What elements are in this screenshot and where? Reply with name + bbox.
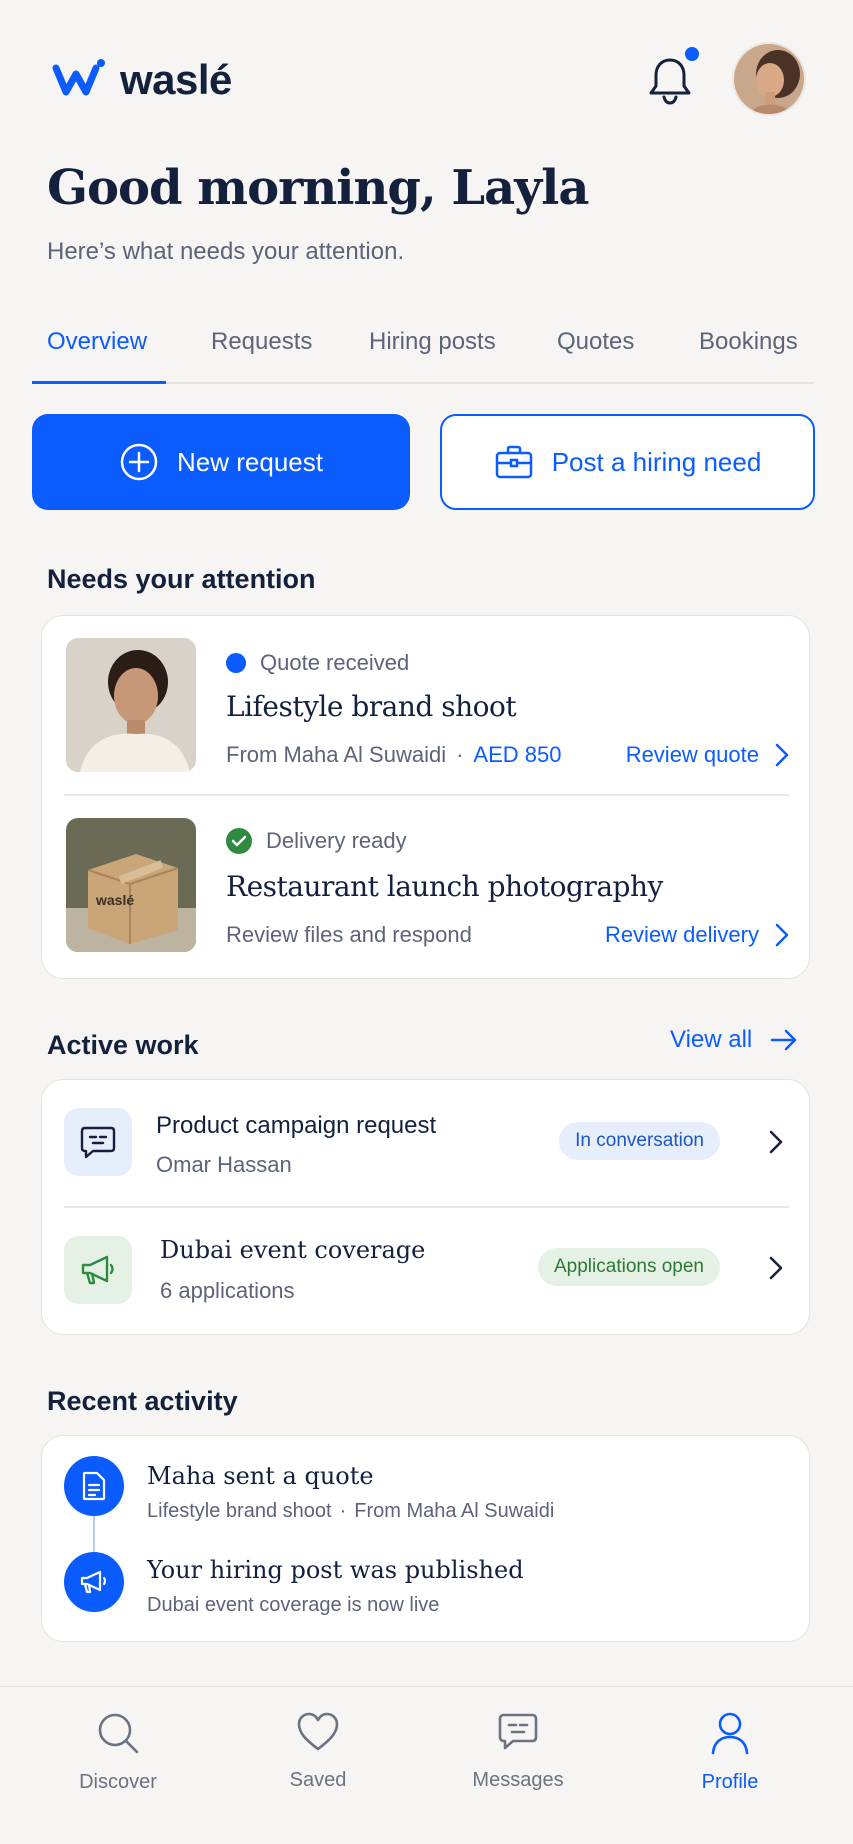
box-label: waslé: [96, 892, 135, 908]
check-icon: [226, 828, 252, 854]
chat-bubble-icon: [498, 1713, 538, 1750]
view-all-label: View all: [670, 1026, 753, 1053]
attention-section-title: Needs your attention: [47, 564, 316, 594]
bottom-navigation: Discover Saved Messages Profile: [0, 1686, 853, 1844]
post-hiring-need-label: Post a hiring need: [551, 446, 762, 477]
nav-profile[interactable]: Profile: [660, 1711, 800, 1794]
status-badge: In conversation: [559, 1122, 720, 1160]
tab-bookings[interactable]: Bookings: [699, 328, 798, 356]
active-work-section-title: Active work: [47, 1030, 199, 1060]
separator: ·: [456, 742, 464, 767]
briefcase-icon: [495, 445, 532, 479]
activity-title: Maha sent a quote: [147, 1462, 374, 1490]
work-title: Dubai event coverage: [160, 1236, 426, 1264]
nav-saved[interactable]: Saved: [248, 1711, 388, 1792]
work-item-product-campaign[interactable]: Product campaign request Omar Hassan In …: [42, 1080, 809, 1206]
recent-activity-section-title: Recent activity: [47, 1386, 238, 1416]
brand-name: waslé: [120, 56, 232, 103]
delivery-status-label: Delivery ready: [266, 828, 407, 853]
brand-logo[interactable]: waslé: [52, 56, 232, 104]
plus-circle-icon: [120, 443, 158, 481]
avatar[interactable]: [732, 42, 806, 116]
review-quote-label: Review quote: [625, 742, 759, 767]
quote-title: Lifestyle brand shoot: [226, 690, 517, 723]
nav-label: Messages: [472, 1769, 564, 1791]
nav-label: Profile: [701, 1771, 759, 1793]
bell-icon: [649, 58, 691, 105]
status-dot-icon: [226, 653, 246, 673]
heart-icon: [297, 1712, 339, 1751]
divider: [64, 794, 789, 796]
review-delivery-label: Review delivery: [604, 922, 759, 947]
nav-messages[interactable]: Messages: [448, 1711, 588, 1792]
chat-bubble-icon: [64, 1108, 132, 1176]
notifications-button[interactable]: [646, 54, 694, 106]
active-work-card: Product campaign request Omar Hassan In …: [41, 1079, 810, 1335]
nav-label: Discover: [79, 1771, 157, 1793]
delivery-title: Restaurant launch photography: [226, 870, 663, 903]
user-icon: [711, 1712, 749, 1755]
separator: ·: [339, 1500, 347, 1522]
work-item-dubai-event[interactable]: Dubai event coverage 6 applications Appl…: [42, 1208, 809, 1334]
quote-price: AED 850: [473, 742, 562, 767]
work-title: Product campaign request: [156, 1112, 437, 1139]
search-icon: [98, 1713, 139, 1754]
activity-subtitle: Dubai event coverage is now live: [147, 1594, 440, 1616]
chevron-right-icon: [769, 1256, 783, 1280]
nav-label: Saved: [289, 1769, 347, 1791]
app-header: waslé: [0, 0, 853, 150]
work-subtitle: Omar Hassan: [156, 1152, 292, 1177]
activity-from: From Maha Al Suwaidi: [354, 1500, 555, 1522]
quote-thumbnail: [66, 638, 196, 772]
megaphone-icon: [64, 1552, 124, 1612]
delivery-thumbnail: waslé: [66, 818, 196, 952]
work-subtitle: 6 applications: [160, 1278, 295, 1303]
document-icon: [64, 1456, 124, 1516]
megaphone-icon: [64, 1236, 132, 1304]
chevron-right-icon: [775, 923, 789, 947]
tab-bar: Overview Requests Hiring posts Quotes Bo…: [32, 322, 814, 384]
recent-activity-card: Maha sent a quote Lifestyle brand shoot ·…: [41, 1435, 810, 1642]
chevron-right-icon: [775, 743, 789, 767]
logo-mark-icon: [52, 58, 108, 102]
arrow-right-icon: [771, 1029, 797, 1051]
active-tab-indicator: [32, 381, 166, 384]
chevron-right-icon: [769, 1130, 783, 1154]
delivery-subtitle: Review files and respond: [226, 922, 472, 947]
new-request-button[interactable]: New request: [32, 414, 410, 510]
quote-meta: From Maha Al Suwaidi · AED 850: [226, 742, 561, 768]
activity-title: Your hiring post was published: [147, 1556, 524, 1584]
activity-subtitle: Lifestyle brand shoot · From Maha Al Suwai…: [147, 1500, 554, 1523]
page-title: Good morning, Layla: [47, 160, 589, 216]
quote-from: From Maha Al Suwaidi: [226, 742, 447, 767]
unread-indicator: [685, 47, 699, 61]
quote-status: Quote received: [226, 650, 409, 676]
view-all-link[interactable]: View all: [670, 1026, 798, 1054]
tab-requests[interactable]: Requests: [211, 328, 312, 356]
tab-overview[interactable]: Overview: [47, 328, 147, 356]
review-delivery-link[interactable]: Review delivery: [605, 922, 789, 948]
activity-project: Lifestyle brand shoot: [147, 1500, 332, 1522]
nav-discover[interactable]: Discover: [48, 1711, 188, 1794]
new-request-label: New request: [177, 446, 323, 477]
tab-quotes[interactable]: Quotes: [557, 328, 634, 356]
tab-hiring-posts[interactable]: Hiring posts: [369, 328, 496, 356]
status-badge: Applications open: [538, 1248, 720, 1286]
review-quote-link[interactable]: Review quote: [626, 742, 789, 768]
quote-status-label: Quote received: [260, 650, 410, 675]
delivery-status: Delivery ready: [226, 828, 407, 854]
post-hiring-need-button[interactable]: Post a hiring need: [440, 414, 815, 510]
attention-card: Quote received Lifestyle brand shoot Fro…: [41, 615, 810, 979]
page-subtitle: Here’s what needs your attention.: [47, 238, 405, 265]
